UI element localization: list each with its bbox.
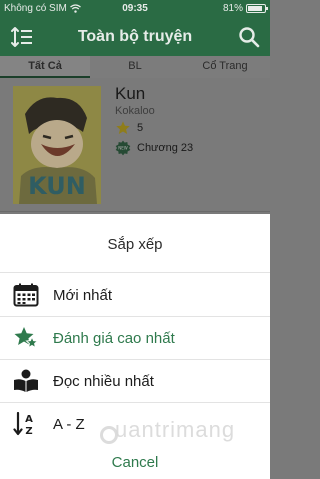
star-rating-icon	[14, 327, 39, 349]
sort-option-newest[interactable]: Mới nhất	[0, 274, 270, 316]
book-list: KUN Kun Kokaloo 5 NEW Chương 23	[0, 78, 270, 214]
sort-option-top-rated[interactable]: Đánh giá cao nhất	[0, 317, 270, 359]
sort-option-most-read-label: Đọc nhiều nhất	[53, 373, 154, 390]
tab-all[interactable]: Tất Cả	[0, 56, 90, 78]
sheet-title: Sắp xếp	[107, 236, 163, 253]
app-bar: Toàn bộ truyện	[0, 18, 270, 56]
cancel-button[interactable]: Cancel	[0, 454, 270, 471]
sort-option-newest-label: Mới nhất	[53, 287, 113, 304]
book-cover[interactable]: KUN	[13, 86, 101, 204]
battery-percent: 81%	[222, 3, 243, 14]
reader-icon	[14, 369, 38, 392]
battery-icon	[246, 4, 268, 13]
svg-text:Z: Z	[25, 426, 32, 436]
book-title[interactable]: Kun	[115, 84, 145, 104]
search-icon[interactable]	[238, 26, 260, 48]
sort-option-most-read[interactable]: Đọc nhiều nhất	[0, 360, 270, 402]
page-title: Toàn bộ truyện	[77, 28, 193, 45]
cover-title-text: KUN	[28, 172, 86, 200]
sort-alpha-icon: A Z	[13, 412, 33, 436]
sort-option-a-z-label: A - Z	[53, 416, 85, 433]
new-badge-icon: NEW	[115, 140, 131, 156]
book-rating: 5	[137, 122, 144, 134]
tab-bar: Tất Cả BL Cổ Trang	[0, 56, 270, 78]
tab-bl[interactable]: BL	[90, 56, 180, 78]
calendar-icon	[13, 283, 39, 307]
book-author: Kokaloo	[115, 105, 155, 117]
book-chapter: Chương 23	[137, 142, 194, 154]
cover-illustration: KUN	[13, 86, 101, 204]
svg-text:A: A	[25, 414, 33, 425]
sort-option-top-rated-label: Đánh giá cao nhất	[53, 330, 175, 347]
watermark-text: uantrimang	[115, 417, 236, 442]
star-icon	[116, 121, 130, 134]
tab-co-trang[interactable]: Cổ Trang	[180, 56, 270, 78]
svg-text:NEW: NEW	[118, 146, 128, 151]
status-bar: Không có SIM 09:35 81%	[0, 0, 270, 18]
sort-action-sheet: Sắp xếp Mới nhất Đánh giá cao nhất Đọc n…	[0, 214, 270, 479]
